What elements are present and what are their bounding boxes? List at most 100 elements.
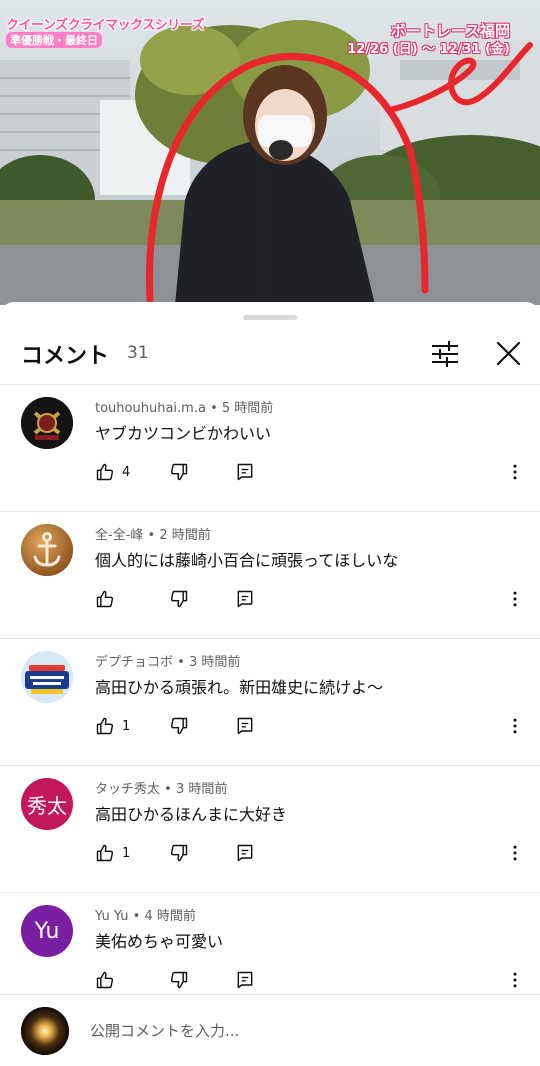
anchor-avatar-icon <box>21 524 73 576</box>
comment-text: 高田ひかるほんまに大好き <box>95 805 288 824</box>
comment-item: touhouhuhai.m.a • 5 時間前 ヤブカツコンビかわいい 4 <box>0 385 540 512</box>
like-button[interactable]: 1 <box>95 714 130 738</box>
reply-button[interactable] <box>235 968 255 992</box>
comment-actions <box>95 968 535 992</box>
more-options-button[interactable] <box>505 841 525 865</box>
reply-button[interactable] <box>235 841 255 865</box>
comment-time: 2 時間前 <box>159 528 211 543</box>
user-avatar[interactable]: 秀太 <box>21 778 73 830</box>
comment-text: 美佑めちゃ可愛い <box>95 932 224 951</box>
thumbs-down-icon <box>170 463 188 481</box>
dislike-button[interactable] <box>169 460 189 484</box>
more-vert-icon <box>513 464 517 480</box>
comment-author[interactable]: 全-全-峰 <box>95 528 143 543</box>
thumbs-up-icon <box>96 463 114 481</box>
user-avatar[interactable]: Yu <box>21 905 73 957</box>
comment-meta: タッチ秀太 • 3 時間前 <box>95 778 227 797</box>
comment-actions <box>95 587 535 611</box>
close-icon <box>496 341 521 366</box>
avatar-initials: Yu <box>34 918 60 944</box>
my-avatar[interactable] <box>21 1007 69 1055</box>
comment-meta: Yu Yu • 4 時間前 <box>95 905 196 924</box>
more-options-button[interactable] <box>505 968 525 992</box>
comment-count: 31 <box>127 343 149 363</box>
comment-actions: 1 <box>95 841 535 865</box>
comment-text: ヤブカツコンビかわいい <box>95 424 272 443</box>
comment-input-bar <box>0 994 540 1066</box>
comment-time: 3 時間前 <box>188 655 241 670</box>
like-button[interactable] <box>95 968 122 992</box>
more-vert-icon <box>513 718 517 734</box>
reply-button[interactable] <box>235 460 255 484</box>
comment-time: 5 時間前 <box>221 401 274 416</box>
drag-handle[interactable] <box>243 315 297 320</box>
more-vert-icon <box>513 591 517 607</box>
video-player[interactable]: クイーンズクライマックスシリーズ 準優勝戦・最終日 ボートレース福岡 12/26… <box>0 0 540 305</box>
user-avatar[interactable] <box>21 397 73 449</box>
overlay-dates: 12/26 (日) ～ 12/31 (金) <box>347 42 510 57</box>
like-button[interactable]: 4 <box>95 460 130 484</box>
thumbs-up-icon <box>96 717 114 735</box>
thumbs-down-icon <box>170 590 188 608</box>
more-vert-icon <box>513 972 517 988</box>
glow-avatar-icon <box>21 1007 69 1055</box>
meta-separator: • <box>210 401 222 416</box>
reply-icon <box>237 590 253 608</box>
comment-item: 全-全-峰 • 2 時間前 個人的には藤崎小百合に頑張ってほしいな <box>0 512 540 639</box>
reply-icon <box>237 717 253 735</box>
user-avatar[interactable] <box>21 524 73 576</box>
comments-header: コメント 31 <box>0 324 540 384</box>
dislike-button[interactable] <box>169 841 189 865</box>
comment-meta: デプチョコボ • 3 時間前 <box>95 651 240 670</box>
comment-author[interactable]: デプチョコボ <box>95 655 173 670</box>
thumbs-down-icon <box>170 717 188 735</box>
like-count: 4 <box>122 464 131 480</box>
comment-actions: 1 <box>95 714 535 738</box>
avatar-initials: 秀太 <box>27 793 67 818</box>
reply-button[interactable] <box>235 714 255 738</box>
panel-title: コメント <box>21 344 110 369</box>
thumbs-up-icon <box>96 844 114 862</box>
like-button[interactable] <box>95 587 122 611</box>
comment-author[interactable]: touhouhuhai.m.a <box>95 401 206 416</box>
comment-author[interactable]: Yu Yu <box>95 909 129 924</box>
sliders-icon <box>432 341 458 367</box>
more-options-button[interactable] <box>505 714 525 738</box>
thumbs-up-icon <box>96 971 114 989</box>
comment-time: 3 時間前 <box>175 782 228 797</box>
meta-separator: • <box>164 782 176 797</box>
comment-item: デプチョコボ • 3 時間前 高田ひかる頑張れ。新田雄史に続けよ～ 1 <box>0 639 540 766</box>
more-options-button[interactable] <box>505 460 525 484</box>
more-vert-icon <box>513 845 517 861</box>
thumbs-down-icon <box>170 844 188 862</box>
dislike-button[interactable] <box>169 587 189 611</box>
reply-icon <box>237 971 253 989</box>
user-avatar[interactable] <box>21 651 73 703</box>
nintendo-world-avatar-icon <box>21 651 73 703</box>
meta-separator: • <box>147 528 160 543</box>
close-button[interactable] <box>490 336 526 372</box>
overlay-subtitle: 準優勝戦・最終日 <box>6 32 102 48</box>
more-options-button[interactable] <box>505 587 525 611</box>
thumbs-up-icon <box>96 590 114 608</box>
like-count: 1 <box>122 845 131 861</box>
reply-icon <box>237 463 253 481</box>
comment-text: 個人的には藤崎小百合に頑張ってほしいな <box>95 551 399 570</box>
reply-icon <box>237 844 253 862</box>
emblem-avatar-icon <box>21 397 73 449</box>
comment-input[interactable] <box>90 1017 510 1045</box>
sort-button[interactable] <box>427 336 463 372</box>
meta-separator: • <box>177 655 189 670</box>
comment-list: touhouhuhai.m.a • 5 時間前 ヤブカツコンビかわいい 4 全-… <box>0 385 540 1020</box>
dislike-button[interactable] <box>169 968 189 992</box>
reply-button[interactable] <box>235 587 255 611</box>
meta-separator: • <box>132 909 145 924</box>
dislike-button[interactable] <box>169 714 189 738</box>
comment-author[interactable]: タッチ秀太 <box>95 782 160 797</box>
like-count: 1 <box>122 718 131 734</box>
like-button[interactable]: 1 <box>95 841 130 865</box>
comment-text: 高田ひかる頑張れ。新田雄史に続けよ～ <box>95 678 384 697</box>
thumbs-down-icon <box>170 971 188 989</box>
comment-item: 秀太 タッチ秀太 • 3 時間前 高田ひかるほんまに大好き 1 <box>0 766 540 893</box>
comment-actions: 4 <box>95 460 535 484</box>
